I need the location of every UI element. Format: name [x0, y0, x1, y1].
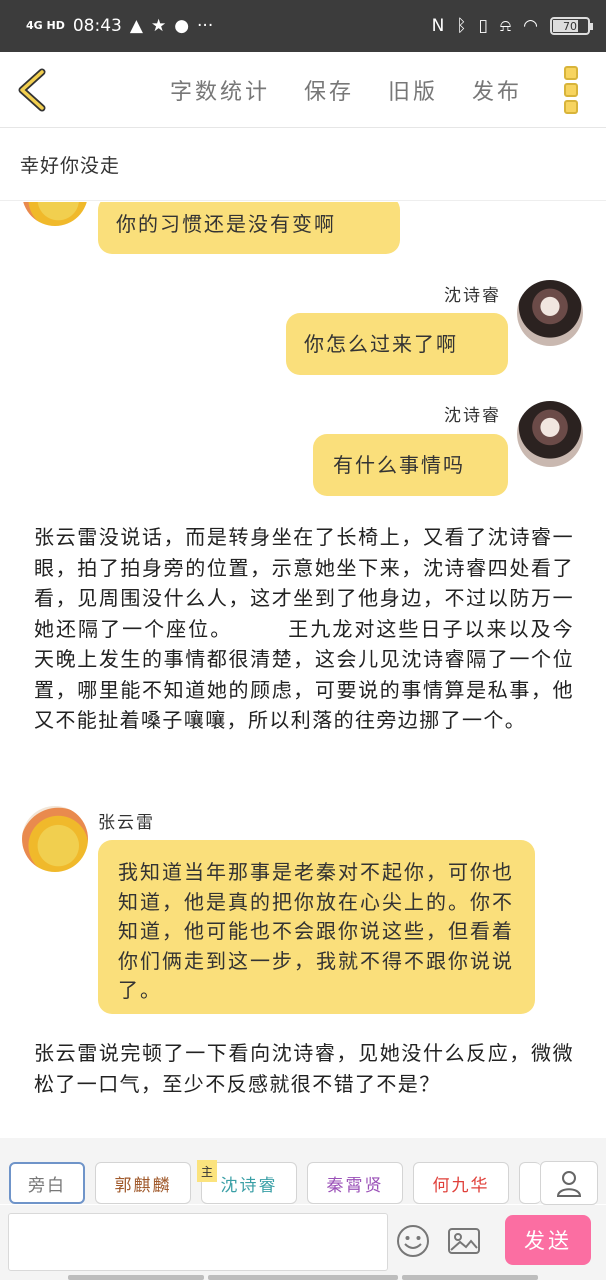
avatar-shenshirui[interactable]: [517, 280, 583, 346]
wifi-icon: ◠: [523, 16, 538, 36]
message-bubble[interactable]: 有什么事情吗: [313, 434, 508, 496]
composer: 发送: [0, 1205, 606, 1280]
nav-handle: [68, 1275, 204, 1280]
clock: 08:43: [72, 16, 122, 36]
narration-paragraph[interactable]: 张云雷说完顿了一下看向沈诗睿，见她没什么反应，微微松了一口气，至少不反感就很不错…: [34, 1038, 574, 1099]
character-chip[interactable]: 秦霄贤: [307, 1162, 403, 1204]
save-button[interactable]: 保存: [304, 74, 354, 106]
message-bubble[interactable]: 我知道当年那事是老秦对不起你，可你也知道，他是真的把你放在心尖上的。你不知道，他…: [98, 840, 535, 1014]
more-notifications-icon: ···: [197, 16, 214, 36]
message-input[interactable]: [8, 1213, 388, 1271]
message-bubble[interactable]: 你怎么过来了啊: [286, 313, 508, 375]
battery-icon: 70: [550, 17, 593, 35]
star-icon: ★: [150, 16, 167, 36]
back-arrow-icon[interactable]: [14, 66, 54, 114]
character-selector: [0, 1138, 606, 1204]
sender-name: 沈诗睿: [444, 406, 501, 426]
emoji-icon[interactable]: [395, 1223, 431, 1259]
send-button[interactable]: 发送: [505, 1215, 591, 1265]
notification-icon: ▲: [129, 16, 143, 36]
character-chip[interactable]: 郭麒麟: [95, 1162, 191, 1204]
narration-paragraph[interactable]: 张云雷没说话，而是转身坐在了长椅上，又看了沈诗睿一眼，拍了拍身旁的位置，示意她坐…: [34, 522, 574, 736]
avatar-shenshirui[interactable]: [517, 401, 583, 467]
mute-icon: ⍾: [499, 16, 512, 36]
avatar-zhangyunlei[interactable]: [22, 202, 88, 226]
network-indicator: 4G HD: [26, 19, 65, 32]
sender-name: 沈诗睿: [444, 286, 501, 306]
avatar-zhangyunlei[interactable]: [22, 806, 88, 872]
publish-button[interactable]: 发布: [472, 74, 522, 106]
image-icon[interactable]: [446, 1223, 482, 1259]
message-bubble[interactable]: 你的习惯还是没有变啊: [98, 202, 400, 254]
chat-area[interactable]: 你的习惯还是没有变啊 沈诗睿 你怎么过来了啊 沈诗睿 有什么事情吗 张云雷没说话…: [0, 202, 606, 1137]
more-menu-icon[interactable]: [564, 66, 580, 114]
status-bar: 4G HD 08:43 ▲ ★ ● ··· N ᛒ ▯ ⍾ ◠ 70: [0, 0, 606, 52]
bluetooth-icon: ᛒ: [456, 16, 467, 36]
word-count-button[interactable]: 字数统计: [170, 74, 270, 106]
nav-handle: [402, 1275, 538, 1280]
person-icon: [556, 1171, 582, 1197]
editor-toolbar: 字数统计 保存 旧版 发布: [0, 52, 606, 128]
story-title[interactable]: 幸好你没走: [0, 129, 606, 201]
character-chip-narrator[interactable]: 旁白: [9, 1162, 85, 1204]
nfc-icon: N: [431, 16, 445, 36]
character-chip-partial[interactable]: [519, 1162, 541, 1204]
planet-icon: ●: [174, 16, 190, 36]
nav-handle: [208, 1275, 398, 1280]
vibrate-icon: ▯: [478, 16, 488, 36]
host-badge: 主: [197, 1160, 217, 1182]
old-version-button[interactable]: 旧版: [388, 74, 438, 106]
character-chip[interactable]: 何九华: [413, 1162, 509, 1204]
add-character-button[interactable]: [540, 1161, 598, 1205]
sender-name: 张云雷: [98, 813, 155, 833]
